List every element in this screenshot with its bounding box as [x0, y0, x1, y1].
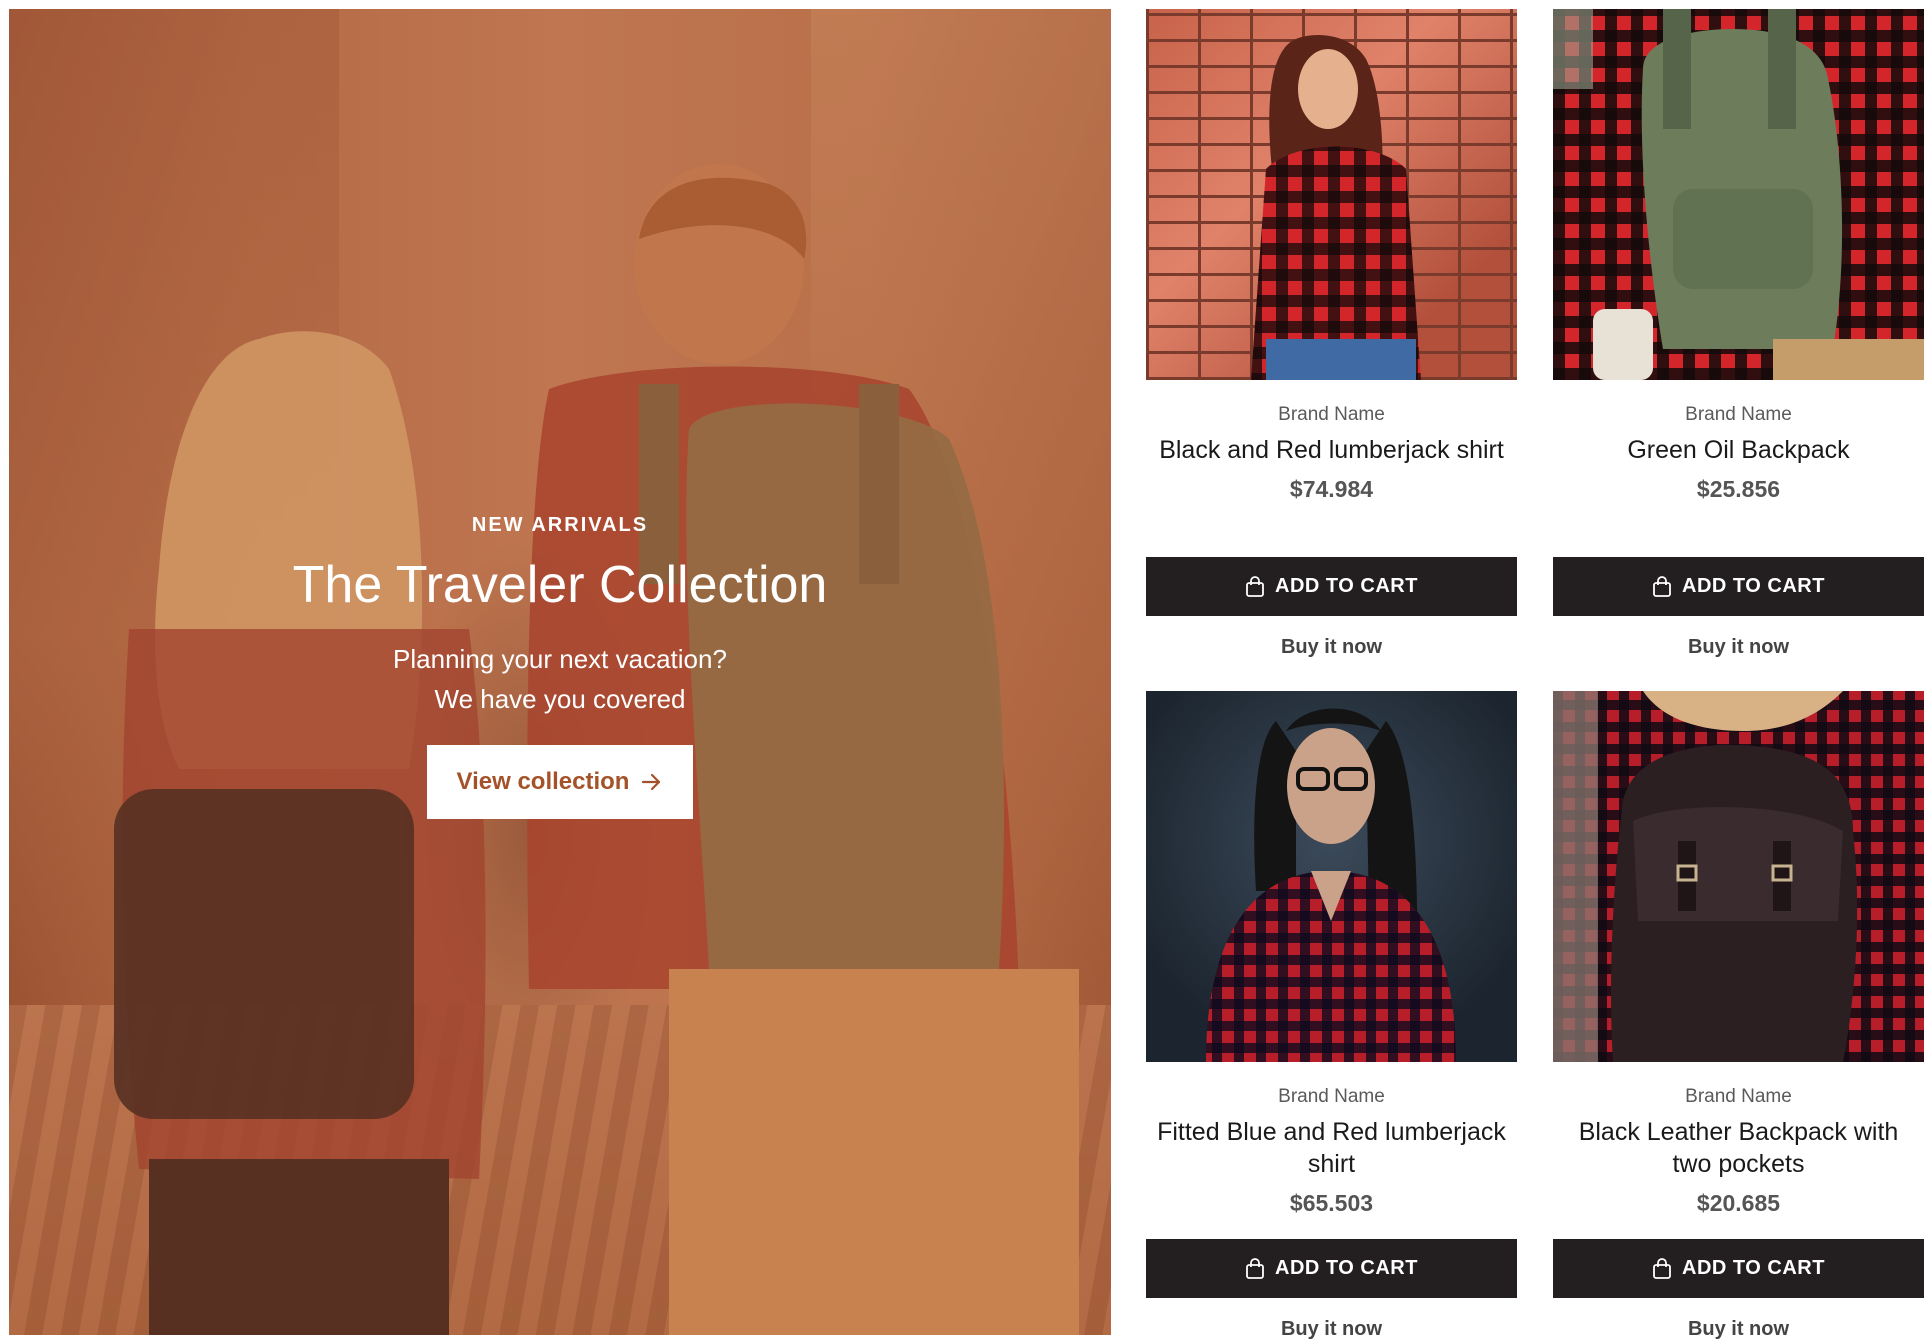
product-card: Brand Name Black and Red lumberjack shir… — [1146, 9, 1517, 658]
hero-eyebrow: NEW ARRIVALS — [471, 514, 649, 536]
product-photo-green-backpack — [1553, 9, 1924, 380]
shopping-bag-icon — [1246, 575, 1264, 597]
hero-description-line-2: We have you covered — [434, 684, 686, 714]
product-image[interactable] — [1553, 691, 1924, 1062]
hero-title: The Traveler Collection — [292, 556, 828, 614]
product-price: $25.856 — [1696, 476, 1781, 502]
view-collection-label: View collection — [456, 768, 630, 795]
buy-it-now-link[interactable]: Buy it now — [1146, 636, 1517, 659]
product-title[interactable]: Black Leather Backpack with two pockets — [1553, 1116, 1924, 1180]
product-brand: Brand Name — [1278, 404, 1385, 425]
buy-it-now-link[interactable]: Buy it now — [1553, 636, 1924, 659]
hero-banner: NEW ARRIVALS The Traveler Collection Pla… — [9, 9, 1111, 1335]
product-title[interactable]: Green Oil Backpack — [1553, 434, 1924, 466]
product-image[interactable] — [1553, 9, 1924, 380]
hero-description-line-1: Planning your next vacation? — [393, 644, 727, 674]
product-card: Brand Name Black Leather Backpack with t… — [1553, 691, 1924, 1340]
product-brand: Brand Name — [1685, 1086, 1792, 1107]
add-to-cart-button[interactable]: ADD TO CART — [1146, 557, 1517, 616]
add-to-cart-button[interactable]: ADD TO CART — [1146, 1239, 1517, 1298]
product-brand: Brand Name — [1278, 1086, 1385, 1107]
product-image[interactable] — [1146, 691, 1517, 1062]
add-to-cart-label: ADD TO CART — [1682, 1257, 1825, 1279]
product-title[interactable]: Black and Red lumberjack shirt — [1146, 434, 1517, 466]
product-photo-leather-backpack — [1553, 691, 1858, 1062]
buy-it-now-link[interactable]: Buy it now — [1553, 1318, 1924, 1341]
product-title[interactable]: Fitted Blue and Red lumberjack shirt — [1146, 1116, 1517, 1180]
hero-content: NEW ARRIVALS The Traveler Collection Pla… — [9, 514, 1111, 819]
add-to-cart-button[interactable]: ADD TO CART — [1553, 557, 1924, 616]
product-image[interactable] — [1146, 9, 1517, 380]
buy-it-now-link[interactable]: Buy it now — [1146, 1318, 1517, 1341]
product-photo-woman-lumberjack — [1251, 35, 1421, 380]
shopping-bag-icon — [1653, 575, 1671, 597]
shopping-bag-icon — [1653, 1257, 1671, 1279]
product-card: Brand Name Green Oil Backpack $25.856 AD… — [1553, 9, 1924, 658]
add-to-cart-label: ADD TO CART — [1682, 575, 1825, 597]
product-card: Brand Name Fitted Blue and Red lumberjac… — [1146, 691, 1517, 1340]
product-price: $20.685 — [1696, 1190, 1781, 1216]
arrow-right-icon — [642, 773, 661, 791]
add-to-cart-button[interactable]: ADD TO CART — [1553, 1239, 1924, 1298]
product-price: $65.503 — [1289, 1190, 1374, 1216]
hero-description: Planning your next vacation? We have you… — [9, 639, 1111, 719]
product-brand: Brand Name — [1685, 404, 1792, 425]
view-collection-button[interactable]: View collection — [426, 745, 694, 819]
product-photo-woman-fitted-shirt — [1206, 708, 1456, 1062]
shopping-bag-icon — [1246, 1257, 1264, 1279]
add-to-cart-label: ADD TO CART — [1275, 575, 1418, 597]
product-price: $74.984 — [1289, 476, 1374, 502]
add-to-cart-label: ADD TO CART — [1275, 1257, 1418, 1279]
